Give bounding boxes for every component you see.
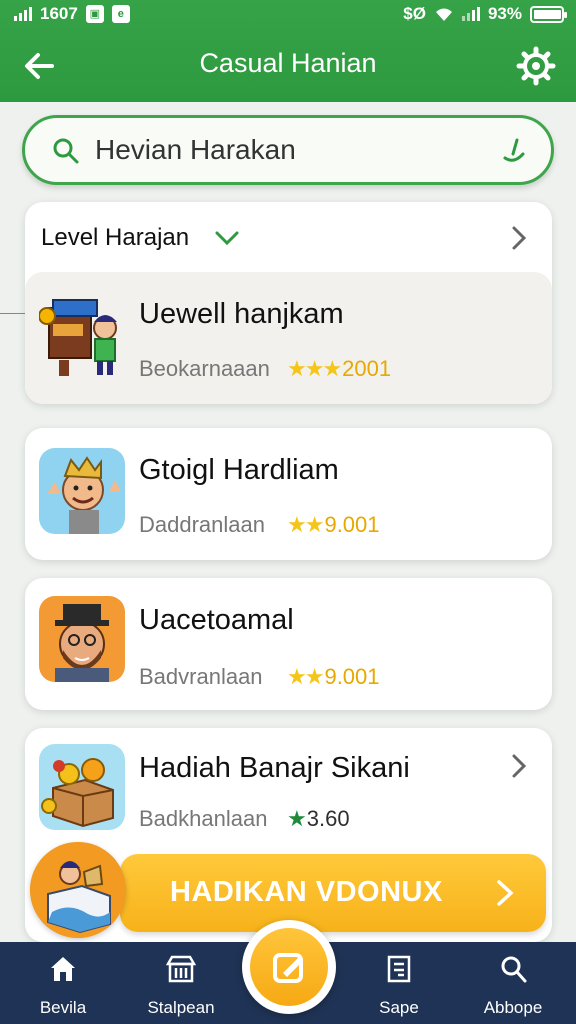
list-item[interactable]: Uewell hanjkam Beokarnaaan ★★★2001 [25,272,552,404]
rating-value: 2001 [342,356,392,381]
game-thumbnail-icon [39,744,125,830]
star-icon: ★★ [287,664,324,689]
chevron-right-icon[interactable] [508,752,530,780]
game-category: Daddranlaan [139,512,265,537]
bonus-button[interactable]: HADIKAN VDONUX [120,854,546,932]
star-icon: ★★ [287,512,324,537]
nav-label: Sape [379,998,419,1017]
game-title: Hadiah Banajr Sikani [139,752,410,784]
status-right: $Ø 93% [403,4,567,24]
rating-value: 9.001 [324,664,380,689]
chevron-down-icon[interactable] [213,224,241,252]
game-title: Uacetoamal [139,604,294,636]
edit-icon [273,953,303,983]
center-action-fill [250,928,328,1006]
app-header: 1607 ▣ e $Ø 93% Casual Hanian [0,0,576,102]
level-filter-row[interactable]: Level Harajan [25,202,552,272]
list-item[interactable]: Uacetoamal Badvranlaan ★★9.001 [25,578,552,710]
game-rating: ★★★2001 [287,356,391,382]
nav-item-home[interactable]: Bevila [18,942,108,1024]
rating-value: 9.001 [324,512,380,537]
search-icon [53,138,79,164]
nav-label: Stalpean [147,998,215,1017]
header-nav-row: Casual Hanian [0,38,576,94]
game-rating: ★3.60 [287,806,350,832]
game-list-card: Level Harajan Uewell hanjkam Beokarnaaan… [25,202,552,404]
gift-box-icon [30,842,126,938]
search-input[interactable] [95,128,495,172]
game-category: Badvranlaan [139,664,263,689]
nav-item-search[interactable]: Abbope [468,942,558,1024]
game-rating: ★★9.001 [287,664,380,690]
cell-signal-icon [461,7,480,21]
gear-icon[interactable] [514,44,558,88]
game-thumbnail-icon [39,596,125,682]
game-rating: ★★9.001 [287,512,380,538]
voice-search-icon[interactable] [499,136,529,166]
game-category: Beokarnaaan [139,356,270,381]
game-thumbnail-icon [39,448,125,534]
status-right-text: $Ø [403,4,426,23]
nav-label: Abbope [483,998,543,1017]
home-icon [51,957,75,981]
nav-item-documents[interactable]: Sape [354,942,444,1024]
game-title: Gtoigl Hardliam [139,454,339,486]
notification-icon: ▣ [85,5,104,23]
status-left: 1607 ▣ e [14,4,130,24]
signal-icon [14,7,32,21]
level-filter-label: Level Harajan [41,224,190,251]
search-icon [501,956,527,983]
center-action-button[interactable] [242,920,336,1014]
status-time: 1607 [40,4,78,23]
search-bar[interactable] [22,115,554,185]
chevron-right-icon[interactable] [508,224,530,252]
list-item[interactable]: Gtoigl Hardliam Daddranlaan ★★9.001 [25,428,552,560]
nav-label: Bevila [39,998,87,1017]
game-category: Badkhanlaan [139,806,268,831]
edge-divider [0,313,25,314]
wifi-icon [435,8,452,21]
star-icon: ★★★ [287,356,342,381]
nav-item-store[interactable]: Stalpean [136,942,226,1024]
game-title: Uewell hanjkam [139,298,344,330]
status-bar: 1607 ▣ e $Ø 93% [0,0,576,30]
star-icon: ★ [287,806,307,831]
page-title: Casual Hanian [199,48,377,78]
battery-icon [530,5,567,23]
rating-value: 3.60 [306,806,350,831]
store-icon [166,955,196,983]
game-thumbnail-icon [39,299,117,376]
document-icon [387,955,411,983]
bonus-label: HADIKAN VDONUX [170,876,443,908]
chevron-right-icon [497,880,514,906]
app-notification-icon: e [111,5,130,23]
battery-percent: 93% [487,4,522,23]
